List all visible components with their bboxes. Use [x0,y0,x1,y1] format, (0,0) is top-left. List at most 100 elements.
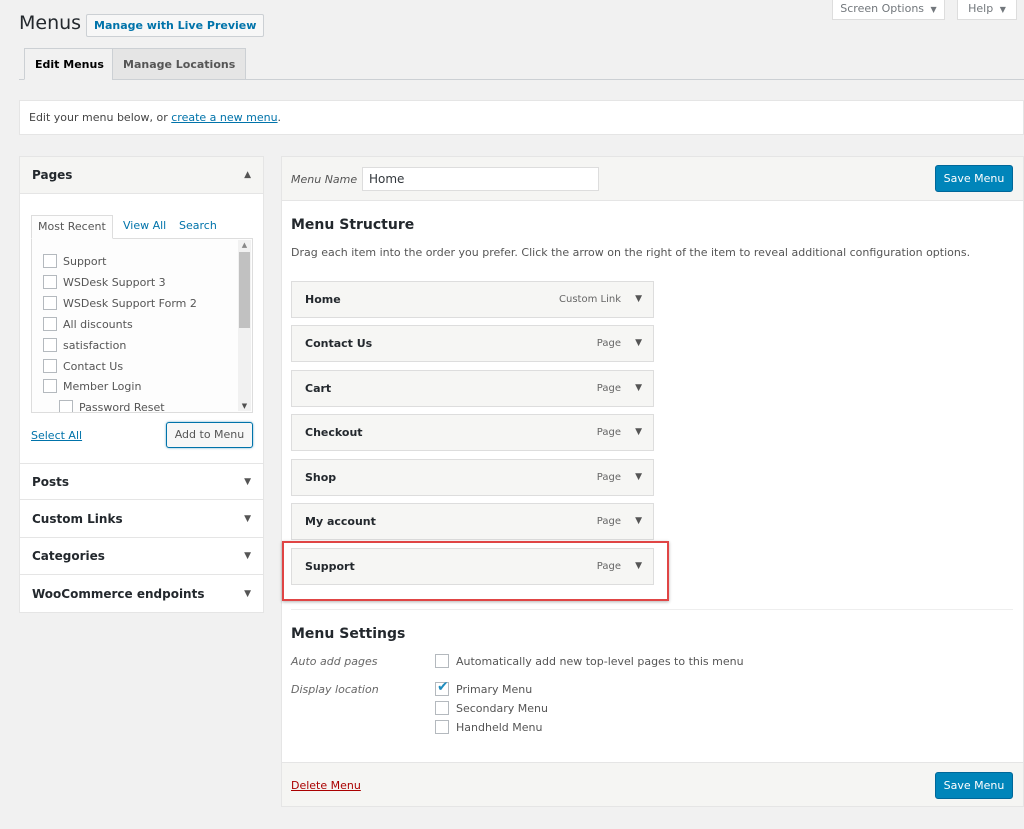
delete-menu-link[interactable]: Delete Menu [291,779,361,792]
custom-links-section-header[interactable]: Custom Links ▼ [20,501,263,538]
menu-item-title: Contact Us [305,337,373,350]
display-location-label: Display location [291,683,379,696]
menu-item-type: Page [596,427,621,438]
menu-structure-description: Drag each item into the order you prefer… [291,246,971,259]
page-label: WSDesk Support 3 [63,276,166,289]
menu-settings-heading: Menu Settings [291,626,406,642]
menu-item-title: My account [305,515,376,528]
primary-menu-option[interactable]: ✔ Primary Menu [435,679,532,698]
tab-edit-menus[interactable]: Edit Menus [24,48,115,80]
tab-most-recent[interactable]: Most Recent [31,215,113,239]
list-item[interactable]: Password Reset [59,398,165,413]
checkbox[interactable] [59,400,73,412]
list-item[interactable]: Member Login [43,377,141,397]
secondary-menu-option[interactable]: Secondary Menu [435,701,548,717]
page-label: All discounts [63,318,133,331]
auto-add-pages-label: Auto add pages [291,655,378,668]
select-all-link[interactable]: Select All [31,429,82,442]
checkbox[interactable] [43,359,57,373]
menu-item-type: Page [596,516,621,527]
posts-section-title: Posts [32,475,70,489]
checkbox[interactable] [435,654,449,668]
save-menu-button-bottom[interactable]: Save Menu [935,772,1013,799]
tab-search[interactable]: Search [173,215,223,239]
checkbox[interactable] [435,720,449,734]
highlight-annotation-box [282,541,669,601]
handheld-menu-option[interactable]: Handheld Menu [435,720,542,736]
checkbox[interactable] [43,296,57,310]
scrollbar-thumb[interactable] [239,252,250,328]
checkbox[interactable] [435,701,449,715]
pages-section-title: Pages [32,168,73,182]
menu-footer: Delete Menu Save Menu [282,762,1023,806]
notice-suffix: . [277,111,282,124]
list-item[interactable]: WSDesk Support Form 2 [43,294,197,314]
manage-with-live-preview-button[interactable]: Manage with Live Preview [86,14,265,37]
checkbox[interactable] [43,254,57,268]
menu-item-title: Shop [305,471,337,484]
expand-arrow-icon[interactable]: ▼ [635,504,642,539]
page-label: WSDesk Support Form 2 [63,297,197,310]
expand-arrow-icon[interactable]: ▼ [244,501,251,538]
menu-item[interactable]: Shop Page ▼ [291,459,654,496]
list-item[interactable]: WSDesk Support 3 [43,273,166,293]
save-menu-button[interactable]: Save Menu [935,165,1013,192]
expand-arrow-icon[interactable]: ▼ [635,326,642,361]
help-button[interactable]: Help ▼ [957,0,1017,20]
checkbox[interactable] [43,317,57,331]
menu-item[interactable]: Cart Page ▼ [291,370,654,407]
expand-arrow-icon[interactable]: ▼ [635,415,642,450]
expand-arrow-icon[interactable]: ▼ [244,464,251,501]
scroll-down-icon[interactable]: ▼ [238,402,251,410]
list-item[interactable]: satisfaction [43,336,126,356]
checkbox[interactable] [43,379,57,393]
expand-arrow-icon[interactable]: ▼ [244,576,251,613]
pages-scrollbar[interactable]: ▲ ▼ [238,240,251,411]
page-label: Contact Us [63,360,124,373]
expand-arrow-icon[interactable]: ▼ [635,460,642,495]
menu-item[interactable]: Home Custom Link ▼ [291,281,654,318]
list-item[interactable]: Contact Us [43,357,123,377]
page-label: Password Reset [79,401,165,413]
notice-text: Edit your menu below, or [29,111,172,124]
scroll-up-icon[interactable]: ▲ [238,241,251,249]
menu-item-type: Custom Link [559,294,621,305]
menu-item-type: Page [596,383,621,394]
auto-add-pages-option[interactable]: Automatically add new top-level pages to… [435,654,744,670]
tab-view-all[interactable]: View All [117,215,172,239]
list-item[interactable]: All discounts [43,315,133,335]
pages-section-header[interactable]: Pages ▲ [20,157,263,194]
option-label: Secondary Menu [456,702,548,715]
chevron-down-icon: ▼ [930,5,937,14]
checkbox[interactable] [43,275,57,289]
pages-tabs: Most Recent View All Search [31,215,253,239]
chevron-down-icon: ▼ [999,5,1006,14]
menu-item[interactable]: Contact Us Page ▼ [291,325,654,362]
categories-section-header[interactable]: Categories ▼ [20,538,263,575]
menu-name-input[interactable]: Home [362,167,599,191]
expand-arrow-icon[interactable]: ▼ [635,282,642,317]
section-divider [291,609,1013,610]
screen-options-button[interactable]: Screen Options ▼ [832,0,945,20]
add-to-menu-button[interactable]: Add to Menu [166,422,253,448]
menu-item-type: Page [596,338,621,349]
collapse-arrow-icon[interactable]: ▲ [244,157,251,194]
tab-manage-locations[interactable]: Manage Locations [112,48,247,80]
menu-item-title: Checkout [305,426,363,439]
checkbox-checked[interactable]: ✔ [435,679,449,696]
list-item[interactable]: Support [43,252,106,272]
menu-item[interactable]: My account Page ▼ [291,503,654,540]
posts-section-header[interactable]: Posts ▼ [20,463,263,500]
expand-arrow-icon[interactable]: ▼ [635,371,642,406]
menu-structure-heading: Menu Structure [291,217,415,233]
woocommerce-endpoints-section-header[interactable]: WooCommerce endpoints ▼ [20,576,263,613]
menu-item[interactable]: Checkout Page ▼ [291,414,654,451]
create-new-menu-link[interactable]: create a new menu [171,111,277,124]
page-title: Menus [19,12,82,34]
checkmark-icon: ✔ [437,679,449,695]
expand-arrow-icon[interactable]: ▼ [244,538,251,575]
edit-menu-notice: Edit your menu below, or create a new me… [19,100,1024,135]
checkbox[interactable] [43,338,57,352]
pages-checklist: Support WSDesk Support 3 WSDesk Support … [31,238,253,413]
menu-header: Menu Name Home Save Menu [282,157,1023,201]
